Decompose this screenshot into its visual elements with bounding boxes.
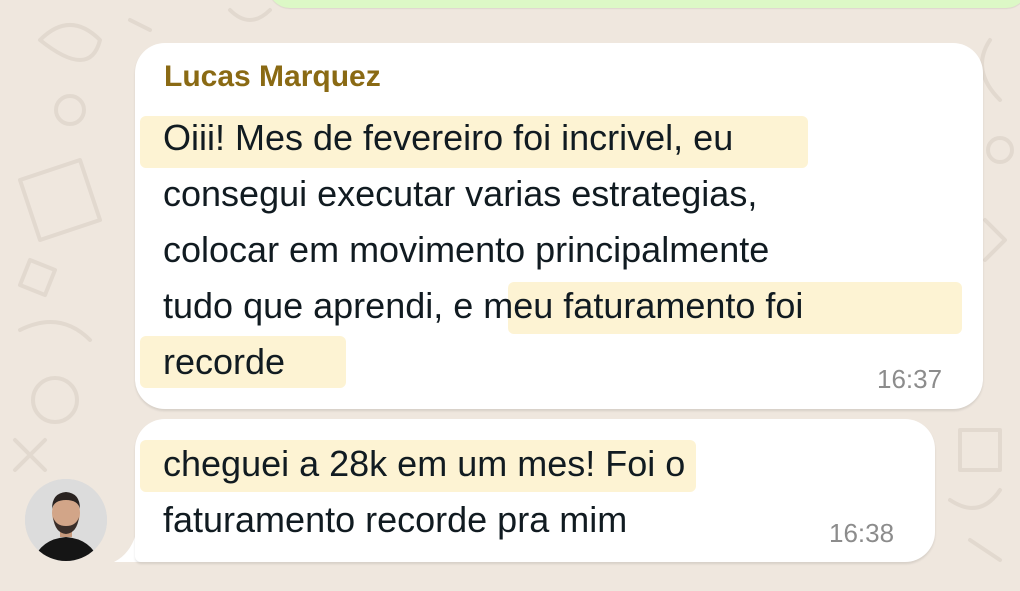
message-text-line: tudo que aprendi, e meu faturamento foi (163, 285, 804, 326)
avatar-photo (25, 479, 107, 561)
message-text-line: colocar em movimento principalmente (163, 229, 770, 270)
message-text-line: Oiii! Mes de fevereiro foi incrivel, eu (163, 117, 734, 158)
sender-name[interactable]: Lucas Marquez (164, 60, 381, 94)
message-text-line: faturamento recorde pra mim (163, 499, 628, 540)
message-text-line: cheguei a 28k em um mes! Foi o (163, 443, 686, 484)
message-timestamp: 16:38 (829, 518, 895, 548)
message-text-line: consegui executar varias estrategias, (163, 173, 758, 214)
message-text-line: recorde (163, 341, 286, 382)
message-timestamp: 16:37 (877, 364, 943, 394)
previous-message-bubble[interactable] (268, 0, 1020, 8)
contact-avatar[interactable] (25, 479, 107, 561)
